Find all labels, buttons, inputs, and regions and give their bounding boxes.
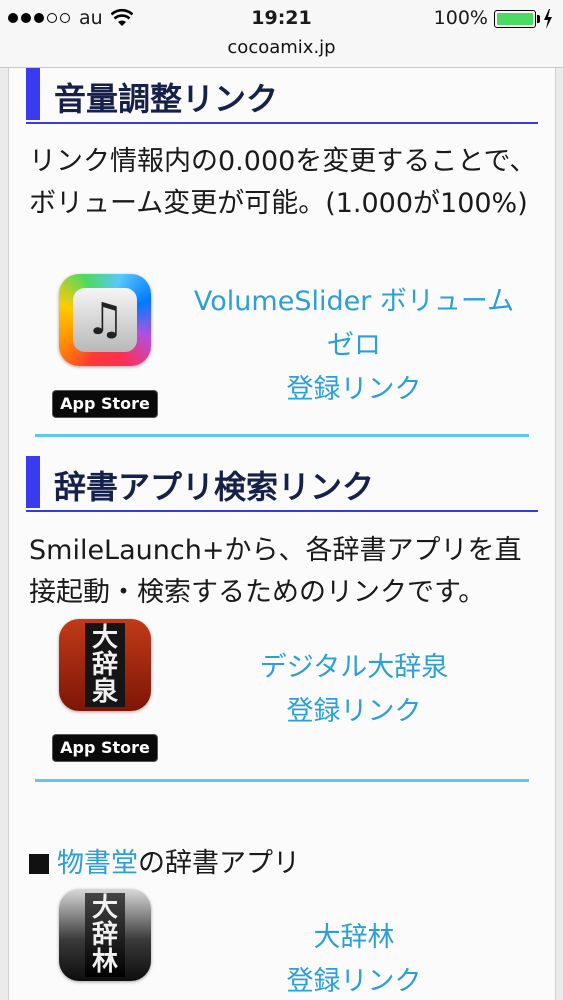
browser-top-bar: au 19:21 100% cocoamix.jp — [0, 0, 563, 68]
publisher-link[interactable]: 物書堂 — [57, 848, 138, 879]
icon-char: 辞 — [91, 920, 118, 950]
battery-percent: 100% — [433, 7, 488, 29]
daijirin-app-icon[interactable]: 大 辞 林 — [59, 889, 151, 981]
register-link[interactable]: 登録リンク — [184, 690, 524, 734]
daijisen-app-icon[interactable]: 大 辞 泉 — [59, 619, 151, 711]
volumeslider-app-icon[interactable]: ♫ — [59, 274, 151, 366]
app-link-block: 大辞林 登録リンク — [184, 916, 524, 1000]
icon-char: 大 — [91, 623, 118, 653]
battery-icon — [494, 10, 536, 28]
icon-char: 林 — [91, 947, 118, 977]
section-description: リンク情報内の0.000を変更することで、ボリューム変更が可能。(1.000が1… — [29, 146, 537, 219]
charging-bolt-icon — [544, 9, 552, 29]
section-heading-volume: 音量調整リンク — [26, 68, 538, 124]
heading-accent-bar — [26, 456, 40, 508]
app-name-link[interactable]: VolumeSlider ボリュームゼロ — [184, 280, 524, 368]
icon-char: 大 — [91, 893, 118, 923]
section-description: SmileLaunch+から、各辞書アプリを直接起動・検索するためのリンクです。 — [29, 535, 522, 608]
heading-accent-bar — [26, 68, 40, 120]
section-divider — [35, 434, 529, 437]
battery-tip — [537, 15, 540, 23]
app-link-block: デジタル大辞泉 登録リンク — [184, 646, 524, 734]
icon-char: 辞 — [91, 650, 118, 680]
section-heading-text: 辞書アプリ検索リンク — [54, 468, 375, 506]
app-store-badge[interactable]: App Store — [52, 390, 158, 418]
section-heading-dictionary: 辞書アプリ検索リンク — [26, 456, 538, 512]
register-link[interactable]: 登録リンク — [184, 960, 524, 1000]
app-store-badge[interactable]: App Store — [52, 734, 158, 762]
app-name-link[interactable]: 大辞林 — [184, 916, 524, 960]
section-heading-text: 音量調整リンク — [54, 80, 279, 118]
publisher-suffix: の辞書アプリ — [138, 848, 300, 879]
app-name-link[interactable]: デジタル大辞泉 — [184, 646, 524, 690]
music-note-icon: ♫ — [85, 294, 125, 345]
section-divider — [35, 779, 529, 782]
icon-char: 泉 — [91, 677, 118, 707]
app-link-block: VolumeSlider ボリュームゼロ 登録リンク — [184, 280, 524, 412]
square-bullet-icon — [29, 853, 49, 874]
address-bar[interactable]: cocoamix.jp — [0, 37, 563, 58]
status-bar: au 19:21 100% — [0, 0, 563, 36]
publisher-line: 物書堂の辞書アプリ — [29, 844, 300, 884]
register-link[interactable]: 登録リンク — [184, 368, 524, 412]
page-content: 音量調整リンク リンク情報内の0.000を変更することで、ボリューム変更が可能。… — [8, 68, 556, 1000]
